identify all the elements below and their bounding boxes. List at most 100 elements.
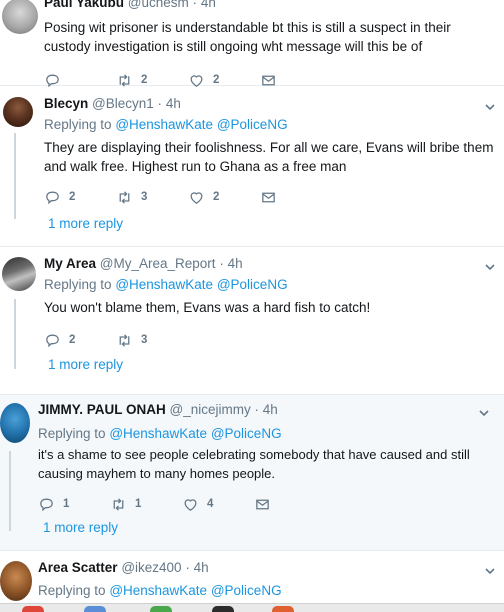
tweet-area-scatter[interactable]: Area Scatter @ikez400 · 4h Replying to @… <box>0 551 504 603</box>
timestamp[interactable]: 4h <box>228 256 243 271</box>
reply-button[interactable]: 2 <box>44 189 116 206</box>
tweet-text: You won't blame them, Evans was a hard f… <box>44 300 371 315</box>
retweet-button[interactable]: 1 <box>110 496 182 513</box>
user-name[interactable]: Area Scatter <box>38 560 118 575</box>
mention-link[interactable]: @HenshawKate <box>115 117 213 132</box>
separator-dot: · <box>185 560 190 575</box>
app-icon[interactable] <box>84 606 106 612</box>
like-count: 2 <box>213 191 220 203</box>
user-name[interactable]: Blecyn <box>44 96 88 111</box>
envelope-icon <box>256 499 269 509</box>
reply-icon <box>46 191 59 204</box>
replying-to: Replying to @HenshawKate @PoliceNG <box>38 582 496 600</box>
timestamp[interactable]: 4h <box>194 560 209 575</box>
direct-message-button[interactable] <box>260 72 332 89</box>
more-replies-link[interactable]: 1 more reply <box>48 216 123 231</box>
app-icon[interactable] <box>22 606 44 612</box>
tweet-text: it's a shame to see people celebrating s… <box>38 447 470 481</box>
more-replies-link[interactable]: 1 more reply <box>48 357 123 372</box>
retweet-icon <box>119 190 130 204</box>
timestamp[interactable]: 4h <box>263 402 278 417</box>
like-button[interactable]: 4 <box>182 496 254 513</box>
separator-dot: · <box>157 96 163 111</box>
mention-link[interactable]: @HenshawKate <box>115 277 213 292</box>
user-handle[interactable]: @Blecyn1 <box>92 96 154 111</box>
like-count: 2 <box>213 74 220 86</box>
app-icon[interactable] <box>272 606 294 612</box>
reply-icon <box>46 334 59 347</box>
tweet-jimmy-paul-onah[interactable]: JIMMY. PAUL ONAH @_nicejimmy · 4h Replyi… <box>0 395 504 551</box>
replying-to: Replying to @HenshawKate @PoliceNG <box>44 276 496 294</box>
reply-button[interactable]: 1 <box>38 496 110 513</box>
replying-to: Replying to @HenshawKate @PoliceNG <box>44 116 496 134</box>
retweet-button[interactable]: 2 <box>116 72 188 89</box>
more-replies-link[interactable]: 1 more reply <box>43 520 118 535</box>
mention-link[interactable]: @PoliceNG <box>217 277 288 292</box>
direct-message-button[interactable] <box>254 496 326 513</box>
retweet-icon <box>119 333 130 347</box>
avatar[interactable] <box>0 403 30 443</box>
retweet-button[interactable]: 3 <box>116 189 188 206</box>
reply-button[interactable]: 2 <box>44 332 116 349</box>
mention-link[interactable]: @PoliceNG <box>211 583 282 598</box>
thread-line <box>14 299 16 369</box>
mention-link[interactable]: @PoliceNG <box>217 117 288 132</box>
app-icon[interactable] <box>150 606 172 612</box>
tweet-actions: 2 3 2 <box>44 188 496 206</box>
like-count: 4 <box>207 498 214 510</box>
separator-dot: · <box>254 402 260 417</box>
thread-line <box>14 133 16 219</box>
tweet-text: They are displaying their foolishness. F… <box>44 140 494 174</box>
replying-to-label: Replying to <box>38 426 106 441</box>
user-name[interactable]: My Area <box>44 256 96 271</box>
retweet-count: 2 <box>141 74 148 86</box>
mention-link[interactable]: @HenshawKate <box>109 583 207 598</box>
user-handle[interactable]: @ikez400 <box>121 560 181 575</box>
reply-count: 1 <box>63 498 70 510</box>
tweet-my-area[interactable]: My Area @My_Area_Report · 4h Replying to… <box>0 247 504 395</box>
tweet-text: Posing wit prisoner is understandable bt… <box>44 20 451 54</box>
retweet-count: 1 <box>135 498 142 510</box>
tweet-header: Paul Yakubu @uchesm · 4h <box>44 0 496 12</box>
chevron-down-icon[interactable] <box>484 261 496 273</box>
avatar[interactable] <box>2 257 36 291</box>
taskbar <box>0 603 504 612</box>
mention-link[interactable]: @PoliceNG <box>211 426 282 441</box>
timestamp[interactable]: 4h <box>201 0 216 10</box>
mention-link[interactable]: @HenshawKate <box>109 426 207 441</box>
tweet-actions: 2 3 <box>44 331 496 349</box>
user-handle[interactable]: @uchesm <box>128 0 189 10</box>
tweet-blecyn[interactable]: Blecyn @Blecyn1 · 4h Replying to @Hensha… <box>0 87 504 247</box>
heart-icon <box>190 74 203 87</box>
avatar[interactable] <box>2 0 38 34</box>
avatar[interactable] <box>3 97 33 127</box>
user-name[interactable]: JIMMY. PAUL ONAH <box>38 402 166 417</box>
tweet-paul-yakubu[interactable]: Paul Yakubu @uchesm · 4h Posing wit pris… <box>0 0 504 89</box>
user-handle[interactable]: @_nicejimmy <box>170 402 251 417</box>
retweet-icon <box>119 73 130 87</box>
reply-button[interactable] <box>44 72 116 89</box>
chevron-down-icon[interactable] <box>484 101 496 113</box>
chevron-down-icon[interactable] <box>478 407 490 419</box>
retweet-icon <box>113 497 124 511</box>
avatar[interactable] <box>0 561 32 601</box>
envelope-icon <box>262 75 275 85</box>
retweet-button[interactable]: 3 <box>116 332 188 349</box>
like-button[interactable]: 2 <box>188 72 260 89</box>
direct-message-button[interactable] <box>260 189 332 206</box>
reply-count: 2 <box>69 334 76 346</box>
reply-icon <box>40 498 53 511</box>
heart-icon <box>190 191 203 204</box>
timestamp[interactable]: 4h <box>166 96 181 111</box>
tweet-actions: 1 1 4 <box>38 495 496 513</box>
app-icon[interactable] <box>212 606 234 612</box>
reply-icon <box>46 74 59 87</box>
tweet-header: Area Scatter @ikez400 · 4h <box>38 559 496 577</box>
replying-to: Replying to @HenshawKate @PoliceNG <box>38 425 496 443</box>
like-button[interactable]: 2 <box>188 189 260 206</box>
chevron-down-icon[interactable] <box>484 565 496 577</box>
user-name[interactable]: Paul Yakubu <box>44 0 124 10</box>
retweet-count: 3 <box>141 191 148 203</box>
retweet-count: 3 <box>141 334 148 346</box>
user-handle[interactable]: @My_Area_Report <box>100 256 216 271</box>
